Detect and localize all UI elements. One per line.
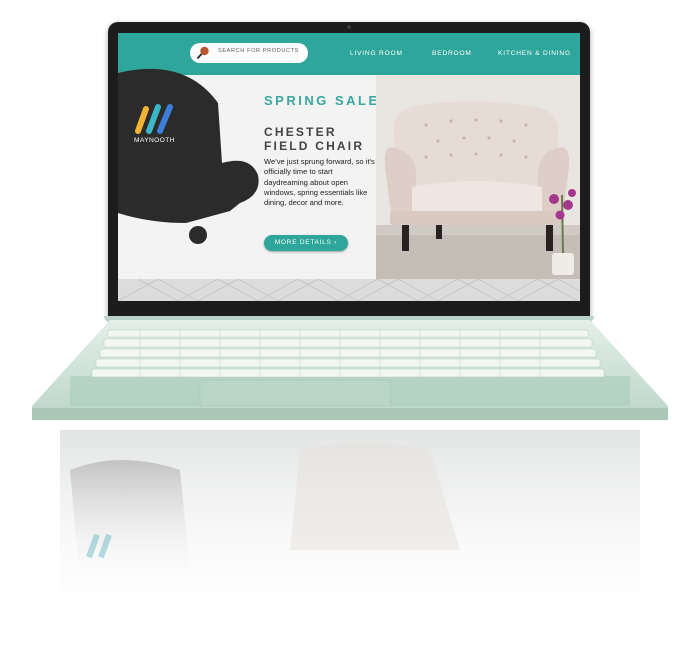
geometric-pattern [118,279,580,301]
nav-bedroom[interactable]: BEDROOM [432,50,472,57]
chair-product-photo [376,75,580,279]
hero-product-title: CHESTER FIELD CHAIR [264,125,365,153]
hero-headline: SPRING SALE [264,93,380,108]
hero-banner: MAYNOOTH SPRING SALE CHESTER FIELD CHAIR… [118,68,580,279]
more-details-button[interactable]: MORE DETAILS › [264,235,348,251]
search-input[interactable]: SEARCH FOR PRODUCTS [218,48,299,54]
search-icon[interactable] [196,46,210,60]
laptop-reflection [60,430,640,645]
laptop-screen: SEARCH FOR PRODUCTS LIVING ROOM BEDROOM … [118,33,580,301]
search-bar[interactable]: SEARCH FOR PRODUCTS [190,43,308,63]
laptop-keyboard-deck [32,320,668,420]
nav-kitchen-dining[interactable]: KITCHEN & DINING [498,50,571,57]
brand-logo [135,104,173,134]
webcam [347,25,351,29]
chair-silhouette-graphic [118,68,259,244]
brand-name: MAYNOOTH [134,137,175,144]
nav-living-room[interactable]: LIVING ROOM [350,50,403,57]
hero-description: We've just sprung forward, so it's offic… [264,157,375,208]
hero-footer-band [118,279,580,301]
